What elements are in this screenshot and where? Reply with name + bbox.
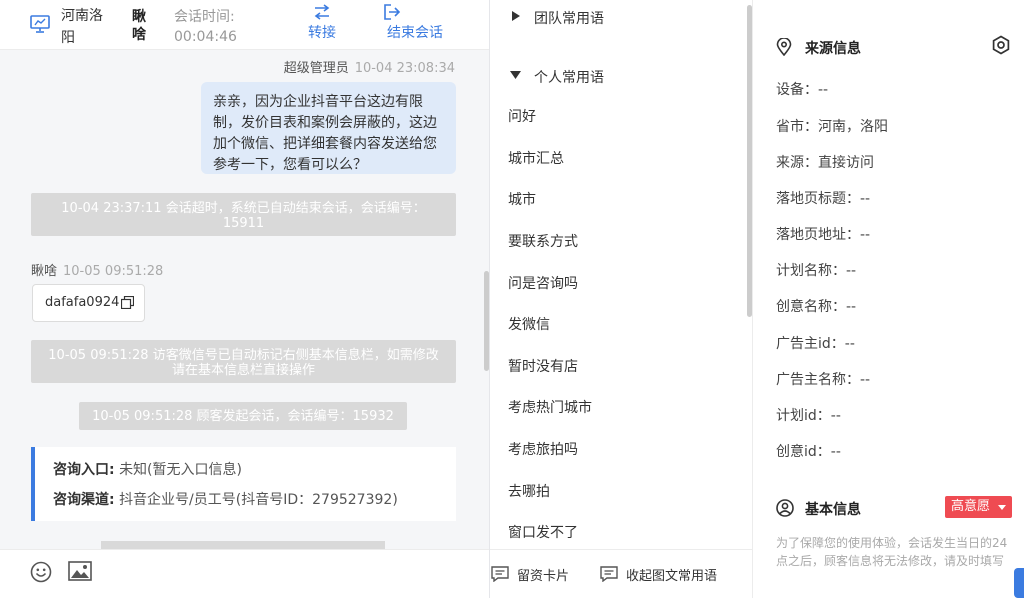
visitor-info-panel: 来源信息 设备：-- 省市：河南，洛阳 来源：直接访问 落地页标题：-- 落地页… bbox=[754, 0, 1024, 598]
chat-panel: 河南洛阳 瞅啥 会话时间: 00:04:46 转接 结束会话 超级管理员 10-… bbox=[0, 0, 490, 598]
info-edit-notice: 为了保障您的使用体验，会话发生当日的24点之后，顾客信息将无法修改，请及时填写 bbox=[776, 536, 1008, 568]
source-origin: 来源：直接访问 bbox=[776, 155, 874, 171]
admin-message-bubble: 亲亲，因为企业抖音平台这边有限制，发价目表和案例会屏蔽的，这边加个微信、把详细套… bbox=[201, 82, 456, 174]
visitor-sender-line: 瞅啥 10-05 09:51:28 bbox=[31, 260, 163, 279]
monitor-icon bbox=[30, 15, 50, 33]
admin-sender-line: 超级管理员 10-04 23:08:34 bbox=[284, 57, 455, 76]
system-note-partial bbox=[101, 541, 385, 549]
consult-channel-row: 咨询渠道: 抖音企业号/员工号(抖音号ID：279527392) bbox=[53, 487, 456, 517]
visitor-name: 瞅啥 bbox=[132, 9, 146, 43]
end-session-label: 结束会话 bbox=[387, 25, 443, 41]
consult-entry-label: 咨询入口: bbox=[53, 462, 115, 478]
source-plan-id: 计划id：-- bbox=[776, 408, 841, 424]
visitor-region: 河南洛阳 bbox=[61, 8, 103, 46]
personal-phrases-label: 个人常用语 bbox=[534, 70, 604, 86]
team-phrases-label: 团队常用语 bbox=[534, 11, 604, 27]
intent-level-value: 高意愿 bbox=[951, 499, 991, 514]
chat-header: 河南洛阳 瞅啥 会话时间: 00:04:46 转接 结束会话 bbox=[0, 0, 489, 50]
consult-info-card: 咨询入口: 未知(暂无入口信息) 咨询渠道: 抖音企业号/员工号(抖音号ID：2… bbox=[31, 447, 456, 521]
workspace: 河南洛阳 瞅啥 会话时间: 00:04:46 转接 结束会话 超级管理员 10-… bbox=[0, 0, 1024, 598]
phrase-item[interactable]: 窗口发不了 bbox=[508, 522, 578, 542]
chat-toolbar bbox=[0, 549, 489, 598]
phrase-item[interactable]: 城市汇总 bbox=[508, 148, 564, 168]
end-session-button[interactable]: 结束会话 bbox=[383, 4, 447, 42]
source-creative-name: 创意名称：-- bbox=[776, 299, 857, 315]
visitor-sender-name: 瞅啥 bbox=[31, 264, 58, 279]
consult-channel-value: 抖音企业号/员工号(抖音号ID：279527392) bbox=[119, 492, 398, 508]
transfer-button[interactable]: 转接 bbox=[306, 4, 338, 42]
phrase-item[interactable]: 城市 bbox=[508, 189, 536, 209]
phrase-item[interactable]: 暂时没有店 bbox=[508, 356, 578, 376]
side-drawer-tab[interactable] bbox=[1014, 568, 1024, 598]
intent-level-dropdown[interactable]: 高意愿 bbox=[945, 496, 1012, 518]
source-info-label: 来源信息 bbox=[805, 41, 861, 57]
phrase-item[interactable]: 考虑热门城市 bbox=[508, 397, 592, 417]
source-landing-url: 落地页地址：-- bbox=[776, 227, 871, 243]
phrase-item[interactable]: 要联系方式 bbox=[508, 231, 578, 251]
consult-entry-value: 未知(暂无入口信息) bbox=[119, 462, 242, 478]
user-circle-icon bbox=[776, 499, 794, 517]
collapse-phrases-button[interactable]: 收起图文常用语 bbox=[600, 565, 717, 584]
phrase-item[interactable]: 发微信 bbox=[508, 314, 550, 334]
source-advertiser-id: 广告主id：-- bbox=[776, 336, 855, 352]
caret-right-icon bbox=[512, 11, 520, 21]
basic-info-label: 基本信息 bbox=[805, 502, 861, 518]
session-time: 00:04:46 bbox=[174, 29, 237, 45]
phrases-scrollbar[interactable] bbox=[747, 5, 752, 317]
visitor-wechat-id: dafafa0924 bbox=[45, 295, 120, 310]
leave-card-button-visible[interactable]: 留资卡片 bbox=[491, 565, 569, 584]
phrases-panel: 团队常用语 个人常用语 问好 城市汇总 城市 要联系方式 问是咨询吗 发微信 暂… bbox=[490, 0, 753, 549]
phrase-item[interactable]: 问是咨询吗 bbox=[508, 273, 578, 293]
visitor-message-time: 10-05 09:51:28 bbox=[63, 264, 164, 279]
transfer-icon bbox=[314, 4, 330, 20]
phrase-item[interactable]: 去哪拍 bbox=[508, 481, 550, 501]
message-card-icon bbox=[491, 566, 509, 582]
system-note-timeout: 10-04 23:37:11 会话超时，系统已自动结束会话，会话编号：15911 bbox=[31, 193, 456, 236]
source-device: 设备：-- bbox=[776, 82, 829, 98]
admin-message-time: 10-04 23:08:34 bbox=[354, 61, 455, 76]
settings-icon[interactable] bbox=[991, 35, 1011, 55]
smile-icon[interactable] bbox=[30, 561, 52, 583]
consult-channel-label: 咨询渠道: bbox=[53, 492, 115, 508]
message-list[interactable]: 超级管理员 10-04 23:08:34 亲亲，因为企业抖音平台这边有限制，发价目… bbox=[0, 51, 489, 549]
copy-icon[interactable] bbox=[121, 296, 134, 309]
source-plan-name: 计划名称：-- bbox=[776, 263, 857, 279]
source-landing-title: 落地页标题：-- bbox=[776, 191, 871, 207]
caret-down-icon bbox=[510, 71, 521, 79]
source-info-title: 来源信息 bbox=[776, 38, 861, 58]
system-note-wechat: 10-05 09:51:28 访客微信号已自动标记右侧基本信息栏，如需修改请在基… bbox=[31, 340, 456, 383]
image-icon[interactable] bbox=[68, 561, 92, 581]
source-province-city: 省市：河南，洛阳 bbox=[776, 119, 888, 135]
transfer-label: 转接 bbox=[308, 25, 336, 41]
logout-icon bbox=[384, 4, 401, 20]
basic-info-title: 基本信息 bbox=[776, 499, 861, 519]
consult-entry-row: 咨询入口: 未知(暂无入口信息) bbox=[53, 457, 456, 487]
chat-scrollbar[interactable] bbox=[484, 271, 489, 371]
phrase-item[interactable]: 问好 bbox=[508, 106, 536, 126]
leave-card-label: 留资卡片 bbox=[517, 569, 570, 584]
collapse-phrases-label: 收起图文常用语 bbox=[626, 569, 718, 584]
location-pin-icon bbox=[776, 38, 792, 56]
phrase-item[interactable]: 考虑旅拍吗 bbox=[508, 439, 578, 459]
session-time-label: 会话时间: bbox=[174, 9, 235, 25]
system-note-start: 10-05 09:51:28 顾客发起会话，会话编号：15932 bbox=[79, 402, 407, 430]
source-creative-id: 创意id：-- bbox=[776, 444, 841, 460]
message-list-icon bbox=[600, 566, 618, 582]
personal-phrases-group[interactable]: 个人常用语 bbox=[490, 64, 730, 88]
source-advertiser-name: 广告主名称：-- bbox=[776, 372, 871, 388]
team-phrases-group[interactable]: 团队常用语 bbox=[490, 5, 730, 29]
admin-sender-name: 超级管理员 bbox=[283, 61, 349, 76]
caret-down-icon bbox=[998, 505, 1006, 510]
visitor-wechat-card[interactable]: dafafa0924 bbox=[32, 284, 145, 322]
